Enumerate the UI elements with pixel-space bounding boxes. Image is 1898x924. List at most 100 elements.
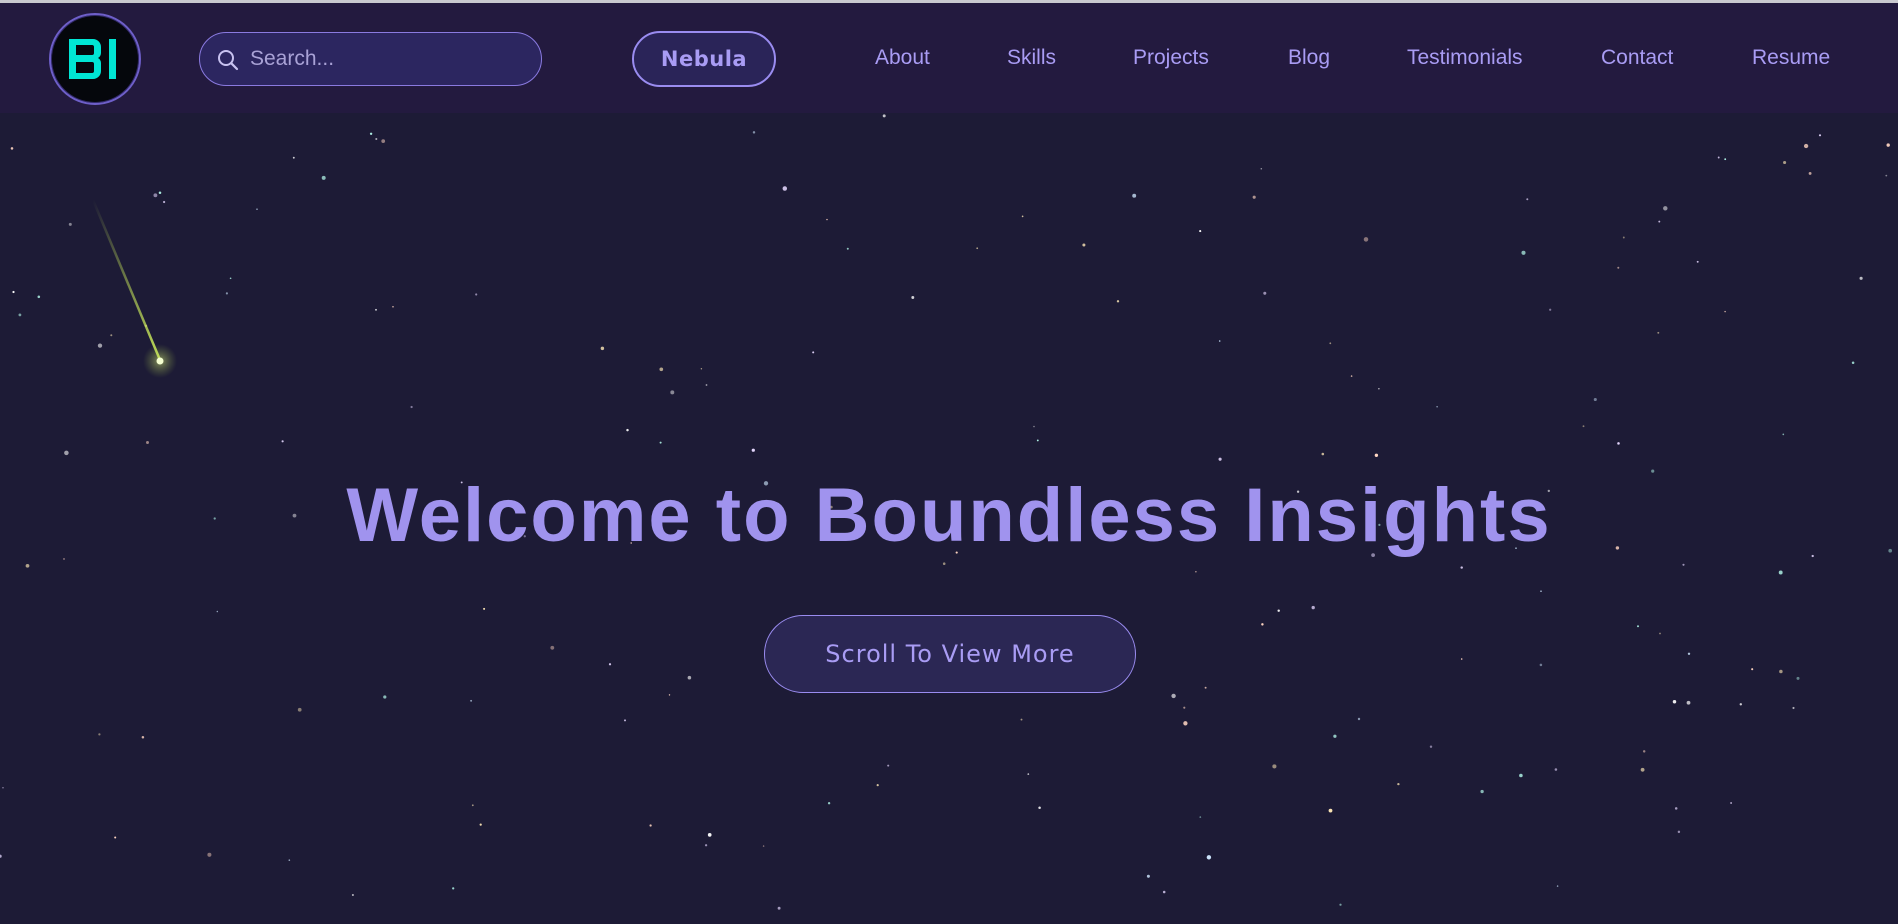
star-dot	[483, 607, 486, 610]
nav-link-about[interactable]: About	[875, 46, 930, 70]
star-dot	[846, 247, 849, 250]
nav-link-resume[interactable]: Resume	[1752, 46, 1830, 70]
star-dot	[1672, 699, 1677, 704]
star-dot	[1687, 652, 1691, 655]
star-dot	[1686, 700, 1691, 705]
star-dot	[1357, 717, 1361, 721]
star-dot	[1183, 706, 1186, 709]
star-dot	[1020, 718, 1023, 721]
star-dot	[1397, 782, 1400, 786]
star-dot	[392, 305, 394, 308]
star-dot	[700, 368, 703, 370]
star-dot	[1272, 764, 1277, 769]
star-dot	[1783, 160, 1787, 165]
star-dot	[942, 562, 946, 565]
star-dot	[1132, 193, 1137, 198]
star-dot	[1663, 206, 1668, 211]
star-dot	[162, 200, 166, 204]
star-dot	[1540, 590, 1542, 592]
nav-link-skills[interactable]: Skills	[1007, 46, 1056, 70]
star-dot	[452, 887, 455, 890]
main-nav: About Skills Projects Blog Testimonials …	[0, 3, 1898, 113]
star-dot	[1195, 571, 1197, 573]
star-dot	[207, 852, 212, 857]
star-dot	[752, 131, 756, 134]
star-dot	[281, 440, 284, 443]
star-dot	[18, 313, 22, 317]
starfield-background	[0, 114, 1893, 910]
star-dot	[37, 295, 41, 299]
star-dot	[608, 663, 612, 666]
star-dot	[1617, 442, 1620, 445]
nav-link-blog[interactable]: Blog	[1288, 46, 1330, 70]
star-dot	[1674, 807, 1678, 810]
star-dot	[659, 441, 662, 444]
star-dot	[626, 428, 629, 432]
star-dot	[1818, 134, 1822, 137]
star-dot	[225, 292, 228, 295]
star-dot	[321, 175, 326, 180]
star-dot	[668, 694, 671, 696]
star-dot	[707, 833, 712, 837]
star-dot	[1218, 457, 1222, 461]
star-dot	[1206, 855, 1212, 860]
star-dot	[1311, 605, 1315, 610]
star-dot	[1436, 406, 1438, 408]
top-navigation-bar: Nebula About Skills Projects Blog Testim…	[0, 3, 1898, 113]
star-dot	[659, 367, 664, 372]
nav-link-testimonials[interactable]: Testimonials	[1407, 46, 1523, 70]
page: Nebula About Skills Projects Blog Testim…	[0, 0, 1898, 924]
star-dot	[1677, 830, 1681, 834]
hero-title: Welcome to Boundless Insights	[346, 473, 1552, 558]
star-dot	[1730, 802, 1732, 804]
star-dot	[1851, 361, 1855, 365]
star-dot	[375, 137, 378, 141]
nav-link-contact[interactable]: Contact	[1601, 46, 1673, 70]
star-dot	[1218, 340, 1221, 342]
star-dot	[1659, 632, 1661, 635]
star-dot	[687, 675, 692, 680]
star-dot	[369, 132, 373, 135]
star-dot	[1521, 250, 1526, 255]
star-dot	[1751, 668, 1754, 671]
star-dot	[826, 218, 828, 221]
star-dot	[1556, 885, 1559, 887]
star-dot	[25, 563, 30, 568]
star-dot	[827, 802, 831, 805]
star-dot	[1038, 806, 1041, 810]
star-dot	[1682, 563, 1685, 566]
star-dot	[1717, 156, 1720, 159]
star-dot	[1782, 433, 1785, 436]
star-dot	[1378, 388, 1380, 390]
star-dot	[1796, 676, 1800, 680]
star-dot	[381, 139, 386, 143]
star-dot	[1526, 198, 1529, 201]
star-dot	[1539, 663, 1543, 667]
star-dot	[1886, 143, 1890, 147]
star-dot	[1657, 331, 1660, 334]
star-dot	[1460, 658, 1463, 660]
star-dot	[1199, 816, 1202, 818]
scroll-to-view-more-button[interactable]: Scroll To View More	[764, 615, 1136, 693]
star-dot	[153, 193, 158, 198]
shooting-star	[91, 199, 177, 378]
star-dot	[410, 405, 413, 409]
star-dot	[470, 699, 473, 702]
star-dot	[1260, 168, 1263, 170]
star-dot	[1622, 236, 1625, 239]
star-dot	[1593, 397, 1597, 402]
star-dot	[1779, 669, 1783, 674]
star-dot	[550, 645, 555, 650]
star-dot	[1554, 768, 1558, 771]
star-dot	[0, 854, 2, 858]
star-dot	[297, 707, 302, 712]
star-dot	[882, 114, 886, 118]
star-dot	[12, 290, 15, 294]
star-dot	[623, 719, 627, 722]
star-dot	[1027, 773, 1030, 775]
star-dot	[704, 844, 708, 847]
star-dot	[1803, 143, 1809, 149]
nav-link-projects[interactable]: Projects	[1133, 46, 1209, 70]
star-dot	[670, 390, 675, 395]
star-dot	[471, 804, 474, 807]
